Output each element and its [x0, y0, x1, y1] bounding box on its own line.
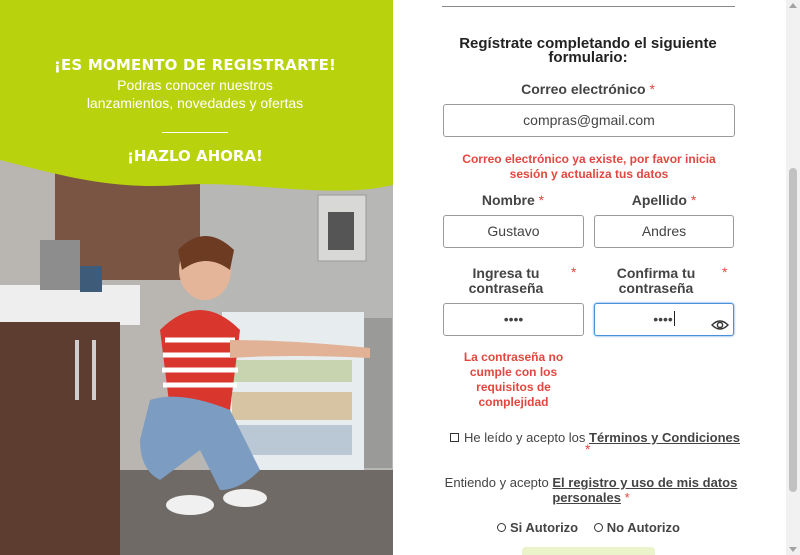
promo-subtext-line: lanzamientos, novedades y ofertas: [86, 95, 304, 111]
promo-panel: ¡ES MOMENTO DE REGISTRARTE! Podras conoc…: [0, 0, 393, 555]
last-name-label: Apellido *: [594, 193, 734, 208]
radio-circle[interactable]: [593, 523, 603, 532]
radio-label: Si Autorizo: [510, 520, 579, 535]
eye-icon[interactable]: [711, 312, 729, 330]
divider: [442, 6, 735, 7]
password-error-line: cumple con los: [469, 365, 558, 379]
form-title-line: formulario:: [548, 49, 628, 66]
confirm-password-label-line: Confirma tu: [616, 265, 696, 281]
password-label-line: contraseña: [468, 280, 544, 296]
terms-link[interactable]: Términos y Condiciones: [589, 430, 740, 445]
email-label: Correo electrónico *: [433, 82, 743, 97]
registration-form: Regístrate completando el siguiente form…: [393, 0, 800, 555]
promo-headline: ¡ES MOMENTO DE REGISTRARTE!: [53, 56, 337, 74]
last-name-label-text: Apellido: [631, 192, 687, 208]
password-error-line: La contraseña no: [463, 350, 564, 364]
confirm-password-label: Confirma tu contraseña: [601, 266, 711, 296]
scroll-up-arrow-icon[interactable]: [789, 3, 797, 8]
password-label: Ingresa tu contraseña: [451, 266, 561, 296]
required-mark: *: [571, 264, 577, 280]
first-name-label-text: Nombre: [481, 192, 535, 208]
scrollbar-thumb[interactable]: [789, 168, 797, 492]
terms-prefix: He leído y acepto los: [464, 430, 586, 445]
scroll-down-arrow-icon[interactable]: [789, 547, 797, 552]
required-mark: *: [538, 192, 545, 208]
required-mark: *: [624, 490, 630, 505]
terms-row: He leído y acepto los Términos y Condici…: [450, 430, 740, 445]
promo-copy: ¡ES MOMENTO DE REGISTRARTE! Podras conoc…: [40, 56, 350, 165]
consent-radio-group: Si Autorizo No Autorizo: [497, 520, 692, 535]
promo-divider: [162, 132, 228, 133]
required-mark: *: [649, 81, 655, 97]
required-mark: *: [722, 264, 728, 280]
radio-no-autorizo[interactable]: No Autorizo: [593, 520, 680, 535]
confirm-password-label-line: contraseña: [618, 280, 694, 296]
radio-label: No Autorizo: [606, 520, 680, 535]
promo-subtext: Podras conocer nuestros lanzamientos, no…: [40, 76, 350, 112]
confirm-password-value: ••••: [653, 311, 673, 327]
promo-cta: ¡HAZLO AHORA!: [127, 147, 263, 165]
promo-subtext-line: Podras conocer nuestros: [117, 77, 273, 93]
first-name-input[interactable]: Gustavo: [443, 215, 584, 248]
password-error-line: requisitos de: [476, 380, 551, 394]
text-cursor: [673, 311, 675, 326]
data-consent: Entiendo y acepto El registro y uso de m…: [441, 475, 741, 505]
required-mark: *: [690, 192, 697, 208]
radio-circle[interactable]: [497, 523, 506, 532]
consent-prefix: Entiendo y acepto: [444, 475, 549, 490]
required-mark: *: [585, 441, 591, 457]
email-input[interactable]: compras@gmail.com: [443, 104, 735, 137]
consent-link[interactable]: personales: [552, 490, 621, 505]
email-error: Correo electrónico ya existe, por favor …: [443, 152, 735, 182]
confirm-password-input[interactable]: ••••: [594, 303, 734, 336]
consent-link[interactable]: El registro y uso de mis datos: [552, 475, 737, 490]
email-error-line: Correo electrónico ya existe, por favor …: [462, 152, 716, 166]
password-error-line: complejidad: [478, 395, 549, 409]
password-label-line: Ingresa tu: [472, 265, 540, 281]
password-error: La contraseña no cumple con los requisit…: [451, 350, 576, 410]
email-label-text: Correo electrónico: [521, 81, 646, 97]
scrollbar[interactable]: [786, 0, 800, 555]
radio-si-autorizo[interactable]: Si Autorizo: [497, 520, 578, 535]
terms-checkbox[interactable]: [450, 433, 459, 442]
form-title: Regístrate completando el siguiente form…: [433, 36, 743, 66]
last-name-input[interactable]: Andres: [594, 215, 734, 248]
password-input[interactable]: ••••: [443, 303, 584, 336]
submit-button[interactable]: [522, 547, 655, 555]
email-error-line: sesión y actualiza tus datos: [509, 167, 669, 181]
first-name-label: Nombre *: [443, 193, 583, 208]
